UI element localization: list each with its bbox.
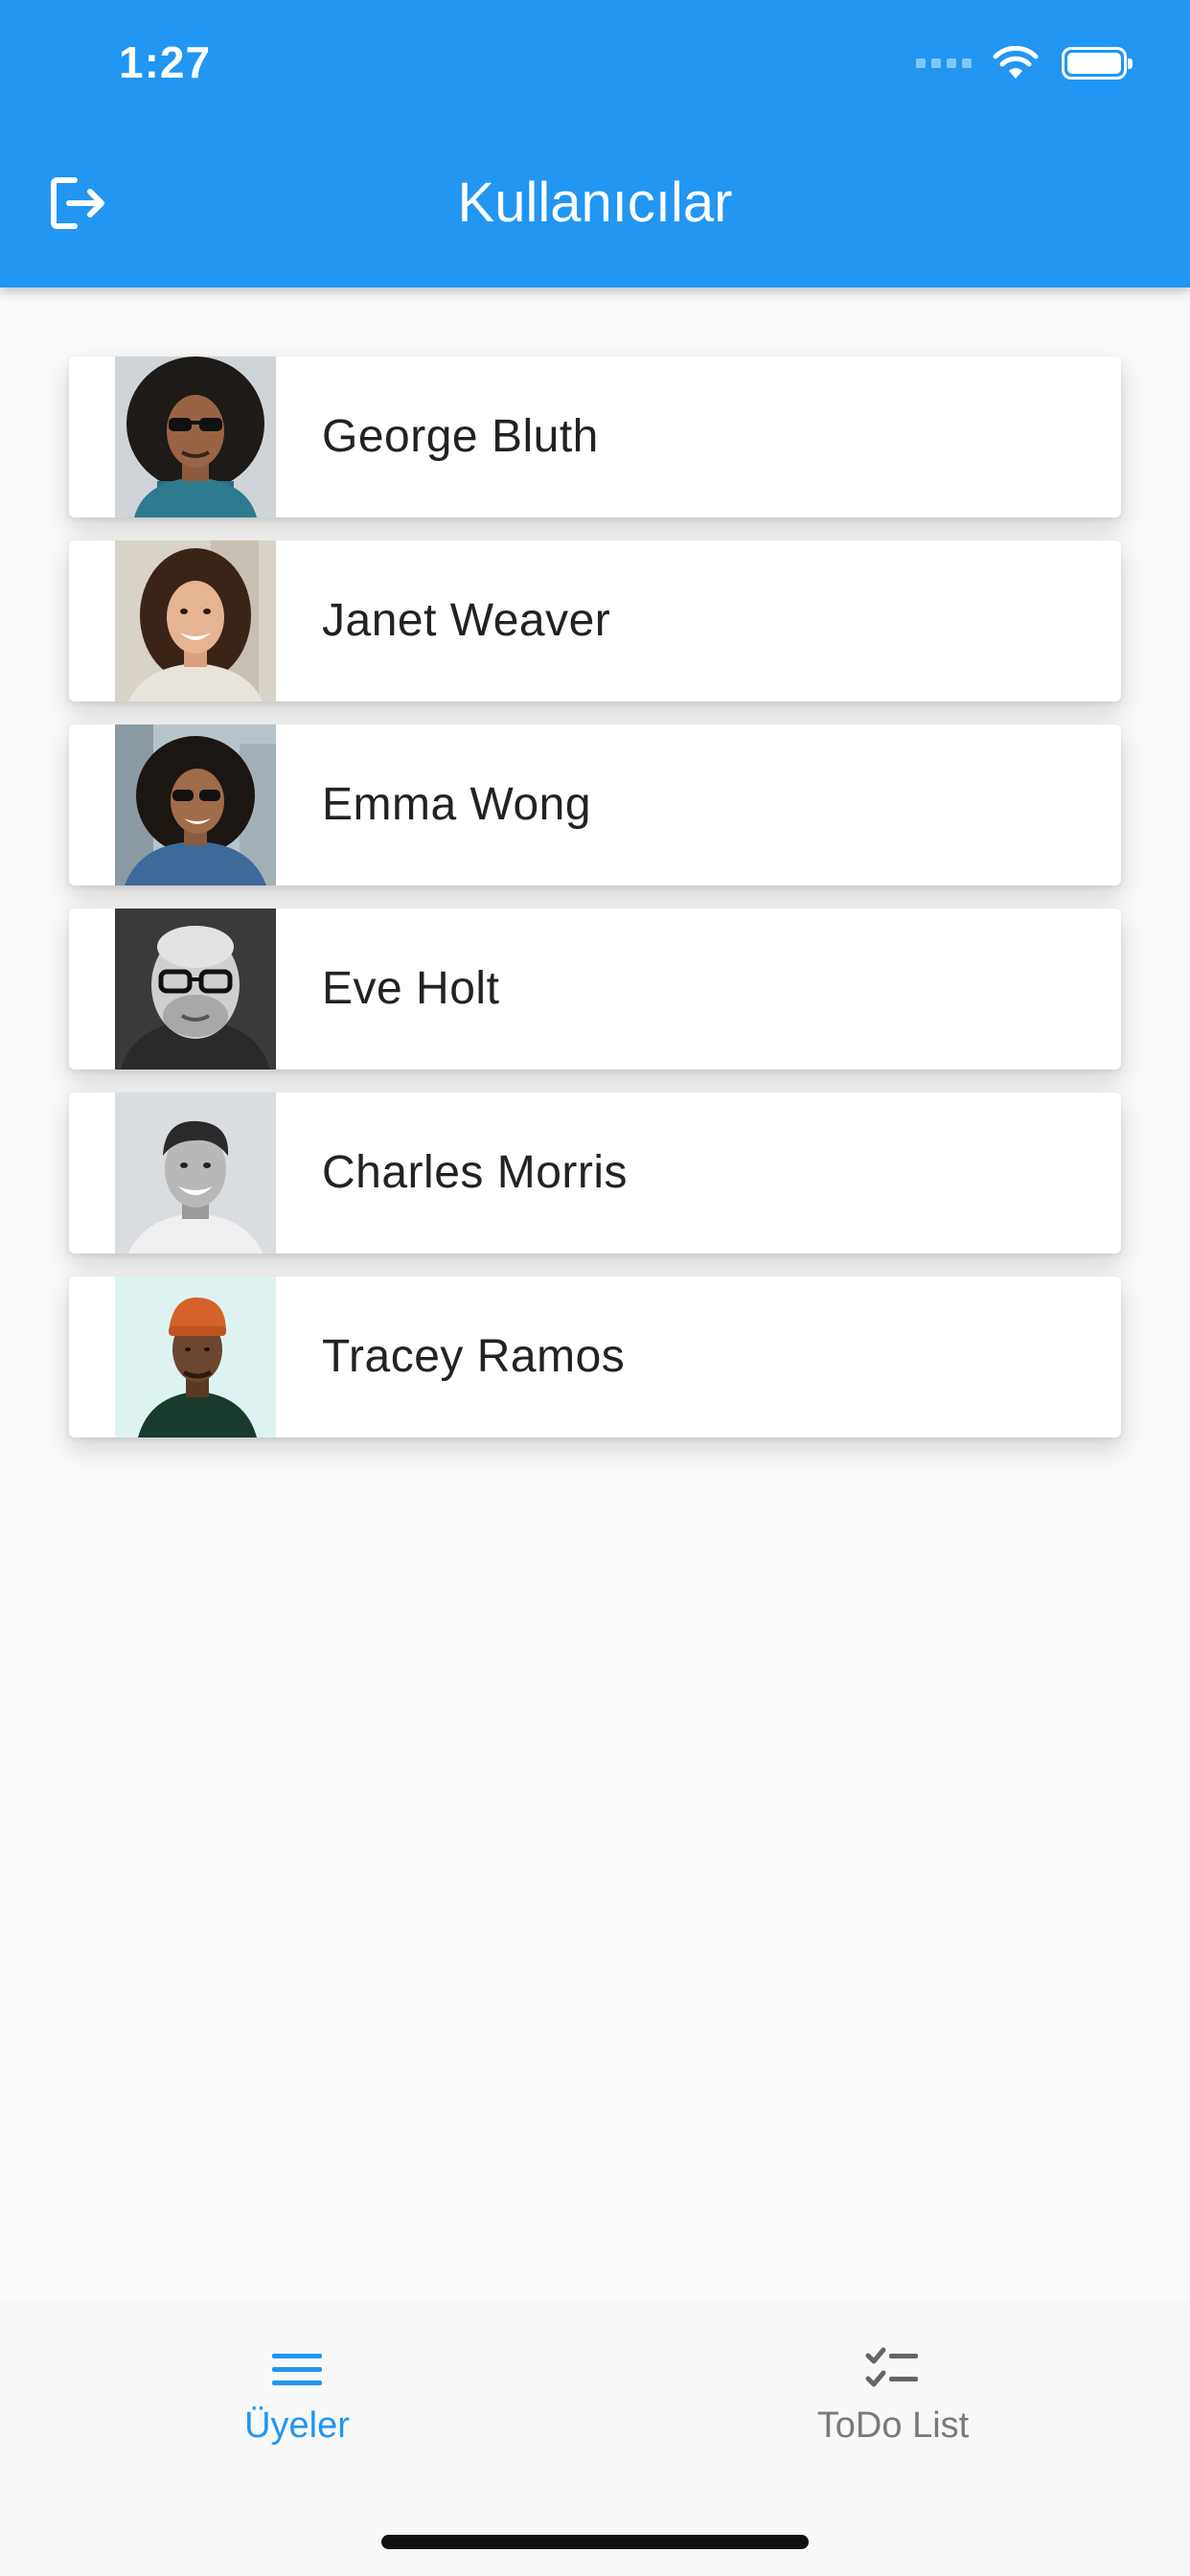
battery-icon xyxy=(1062,47,1133,80)
signal-icon xyxy=(916,58,972,68)
user-card[interactable]: Janet Weaver xyxy=(69,540,1121,702)
checklist-icon xyxy=(865,2347,918,2387)
user-avatar xyxy=(115,724,276,886)
user-avatar xyxy=(115,908,276,1070)
user-avatar xyxy=(115,356,276,518)
user-name: Tracey Ramos xyxy=(322,1331,626,1382)
user-card[interactable]: Charles Morris xyxy=(69,1092,1121,1254)
tab-todo-list[interactable]: ToDo List xyxy=(701,2340,1085,2474)
user-card[interactable]: George Bluth xyxy=(69,356,1121,518)
user-list: George Bluth Janet Weaver Emma Wong Eve … xyxy=(69,356,1121,1460)
user-avatar xyxy=(115,1092,276,1254)
tab-members[interactable]: Üyeler xyxy=(105,2340,489,2474)
user-card[interactable]: Tracey Ramos xyxy=(69,1276,1121,1438)
status-time: 1:27 xyxy=(119,37,212,87)
user-name: Eve Holt xyxy=(322,963,500,1014)
user-card[interactable]: Eve Holt xyxy=(69,908,1121,1070)
status-icons xyxy=(916,44,1133,82)
user-name: George Bluth xyxy=(322,411,599,462)
user-name: Janet Weaver xyxy=(322,595,611,646)
page-title: Kullanıcılar xyxy=(457,172,733,234)
user-avatar xyxy=(115,540,276,702)
home-indicator xyxy=(381,2535,809,2549)
app-screen: 1:27 Kullanıcılar George Bluth Janet Wea… xyxy=(0,0,1190,2576)
tab-members-label: Üyeler xyxy=(244,2405,350,2446)
user-name: Emma Wong xyxy=(322,779,592,830)
wifi-icon xyxy=(993,46,1039,79)
user-name: Charles Morris xyxy=(322,1147,629,1198)
app-bar: 1:27 Kullanıcılar xyxy=(0,0,1190,288)
tab-todo-label: ToDo List xyxy=(816,2405,970,2446)
menu-lines-icon xyxy=(272,2354,322,2385)
user-card[interactable]: Emma Wong xyxy=(69,724,1121,886)
user-avatar xyxy=(115,1276,276,1438)
